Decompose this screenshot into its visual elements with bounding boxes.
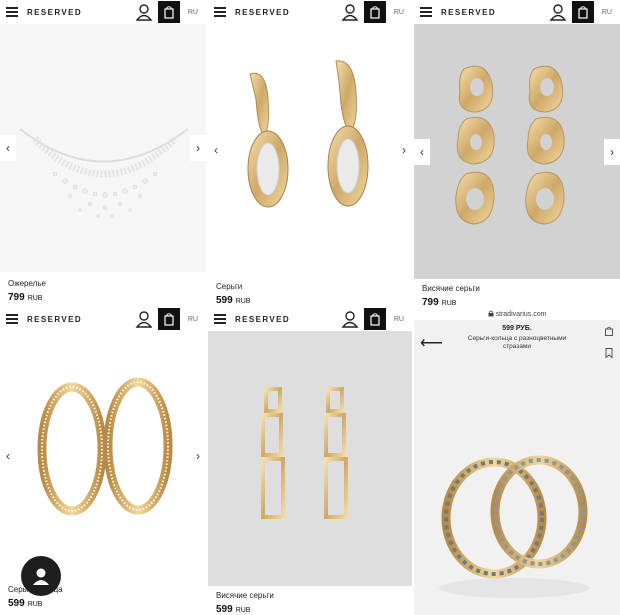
app-header: RESERVED RU: [414, 0, 620, 24]
product-caption: Серьги 599 RUB: [216, 282, 250, 305]
brand-logo: RESERVED: [27, 7, 83, 17]
product-image[interactable]: ‹ ›: [0, 24, 206, 272]
user-icon[interactable]: [548, 2, 568, 22]
hoop-earrings-illustration: [37, 377, 173, 516]
product-name: Висячие серьги: [422, 284, 480, 293]
shopping-bag-icon[interactable]: [157, 308, 180, 330]
user-icon[interactable]: [340, 309, 360, 329]
language-selector[interactable]: RU: [188, 316, 198, 323]
product-caption: Висячие серьги 599 RUB: [216, 591, 274, 615]
app-header: RESERVED RU: [0, 307, 206, 331]
brand-logo: RESERVED: [235, 314, 291, 324]
language-selector[interactable]: RU: [602, 9, 612, 16]
screenshot-collage: RESERVED RU ‹ › Ожерелье 799 RUB RESERVE…: [0, 0, 620, 615]
stradivarius-page: ⟵ 599 РУБ. Серьги-кольца с разноцветными…: [414, 320, 620, 615]
product-panel-hanging-earrings: RESERVED RU ‹ › Висячие серьги 799 RUB: [414, 0, 620, 310]
earrings-illustration: [247, 60, 369, 208]
chevron-right-icon[interactable]: ›: [604, 138, 620, 165]
product-panel-link-earrings: RESERVED RU Висячие серьги 599 RUB: [208, 307, 412, 615]
product-price: 599 RUB: [216, 295, 251, 305]
language-selector[interactable]: RU: [394, 316, 404, 323]
product-caption: Ожерелье 799 RUB: [8, 279, 46, 303]
hamburger-menu-icon[interactable]: [214, 7, 226, 17]
profile-avatar-icon[interactable]: [21, 556, 61, 596]
product-image[interactable]: ‹ ›: [0, 331, 206, 581]
hamburger-menu-icon[interactable]: [420, 7, 432, 17]
product-name: Ожерелье: [8, 279, 46, 288]
user-icon[interactable]: [340, 2, 360, 22]
user-icon[interactable]: [134, 309, 154, 329]
hamburger-menu-icon[interactable]: [6, 314, 18, 324]
language-selector[interactable]: RU: [394, 9, 404, 16]
language-selector[interactable]: RU: [188, 9, 198, 16]
chevron-right-icon[interactable]: ›: [396, 137, 412, 163]
shopping-bag-icon[interactable]: [157, 1, 180, 23]
product-image[interactable]: [208, 331, 412, 586]
product-image[interactable]: ‹ ›: [414, 24, 620, 279]
product-price: 599 RUB: [8, 598, 43, 609]
chevron-right-icon[interactable]: ›: [190, 443, 206, 469]
product-image[interactable]: ‹ ›: [208, 24, 412, 276]
product-panel-necklace: RESERVED RU ‹ › Ожерелье 799 RUB: [0, 0, 206, 305]
hamburger-menu-icon[interactable]: [214, 314, 226, 324]
chevron-left-icon[interactable]: ‹: [0, 443, 16, 469]
user-icon[interactable]: [134, 2, 154, 22]
product-name: Висячие серьги: [216, 591, 274, 600]
chevron-right-icon[interactable]: ›: [190, 135, 206, 161]
product-caption: Висячие серьги 799 RUB: [422, 284, 480, 308]
link-earrings-illustration: [261, 387, 348, 519]
shopping-bag-icon[interactable]: [363, 308, 386, 330]
shopping-bag-icon[interactable]: [571, 1, 594, 23]
brand-logo: RESERVED: [441, 7, 497, 17]
shopping-bag-icon[interactable]: [363, 1, 386, 23]
hamburger-menu-icon[interactable]: [6, 7, 18, 17]
brand-logo: RESERVED: [27, 314, 83, 324]
lock-icon: [488, 310, 494, 317]
product-panel-stradivarius: stradivarius.com ⟵ 599 РУБ. Серьги-кольц…: [414, 307, 620, 615]
product-price: 799 RUB: [8, 292, 43, 303]
app-header: RESERVED RU: [208, 307, 412, 331]
browser-url-bar[interactable]: stradivarius.com: [414, 310, 620, 318]
product-panel-earrings: RESERVED RU ‹ › Серьги 599 RUB: [208, 0, 412, 305]
chevron-left-icon[interactable]: ‹: [414, 138, 430, 165]
necklace-illustration: [19, 128, 189, 218]
product-price: 599 RUB: [216, 604, 251, 615]
app-header: RESERVED RU: [208, 0, 412, 24]
product-name: Серьги: [216, 282, 243, 291]
disc-earrings-illustration: [455, 65, 565, 225]
brand-logo: RESERVED: [235, 7, 291, 17]
chevron-left-icon[interactable]: ‹: [208, 137, 224, 163]
app-header: RESERVED RU: [0, 0, 206, 24]
chevron-left-icon[interactable]: ‹: [0, 135, 16, 161]
multicolor-hoops-illustration: [439, 455, 589, 598]
